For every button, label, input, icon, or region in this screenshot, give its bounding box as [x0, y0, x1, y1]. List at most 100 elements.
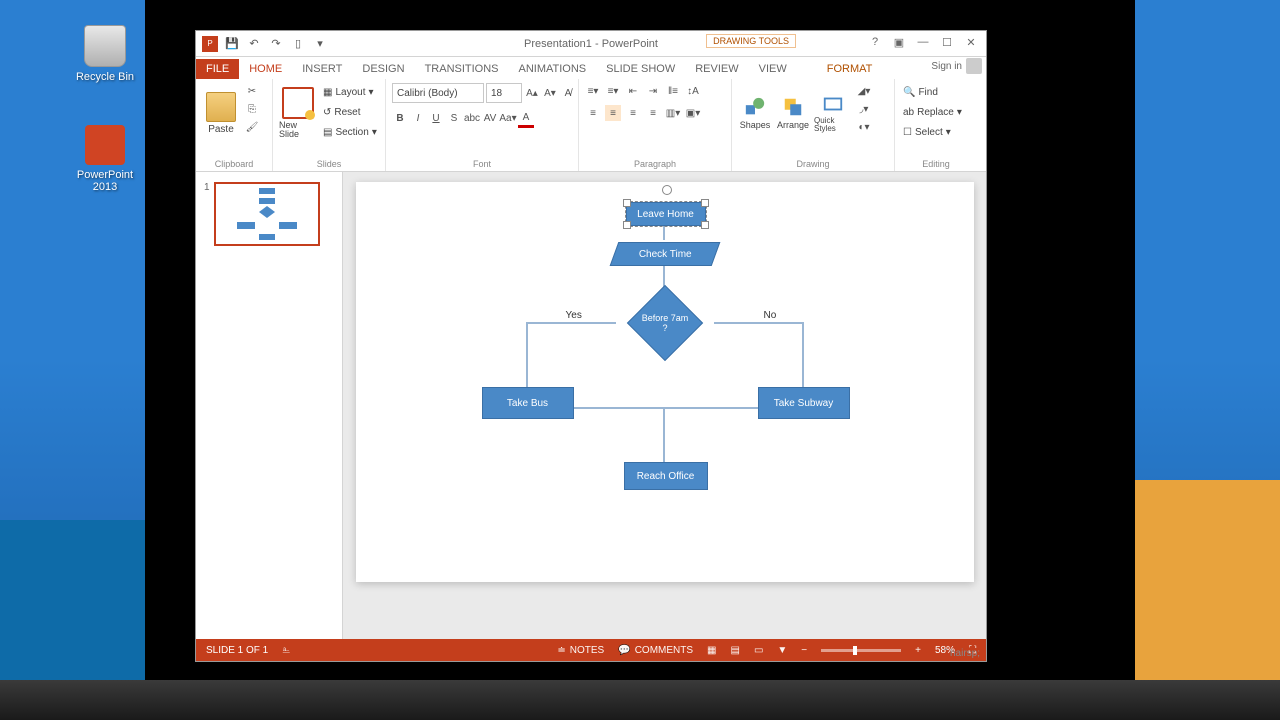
indent-inc-icon[interactable]: ⇥	[645, 83, 661, 99]
strike-icon[interactable]: S	[446, 111, 462, 127]
columns-icon[interactable]: ▥▾	[665, 105, 681, 121]
fit-to-window-icon[interactable]: ⛶	[969, 645, 976, 656]
underline-icon[interactable]: U	[428, 111, 444, 127]
paste-button[interactable]: Paste	[202, 83, 240, 143]
shape-outline-icon[interactable]: ◞▾	[856, 101, 872, 117]
slideshow-view-icon[interactable]: ▼	[777, 645, 787, 656]
layout-button[interactable]: ▦Layout▾	[321, 83, 379, 101]
slide-thumbnail-pane[interactable]: 1	[196, 172, 343, 639]
flowchart-decision[interactable]: Before 7am ?	[626, 285, 702, 361]
zoom-out-icon[interactable]: −	[801, 645, 807, 656]
notes-button[interactable]: ≐NOTES	[557, 645, 604, 656]
cut-icon[interactable]: ✂	[244, 83, 260, 99]
align-left-icon[interactable]: ≡	[585, 105, 601, 121]
connector[interactable]	[571, 407, 759, 409]
find-button[interactable]: 🔍Find	[901, 83, 964, 101]
tab-slideshow[interactable]: SLIDE SHOW	[596, 59, 685, 79]
bold-icon[interactable]: B	[392, 111, 408, 127]
section-button[interactable]: ▤Section▾	[321, 123, 379, 141]
font-color-icon[interactable]: A	[518, 109, 534, 128]
format-painter-icon[interactable]: 🖌	[244, 119, 260, 135]
shape-fill-icon[interactable]: ◢▾	[856, 83, 872, 99]
connector[interactable]	[526, 322, 616, 324]
reset-button[interactable]: ↺Reset	[321, 103, 379, 121]
bullets-icon[interactable]: ≡▾	[585, 83, 601, 99]
shapes-button[interactable]: Shapes	[738, 83, 772, 143]
text-direction-icon[interactable]: ↕A	[685, 83, 701, 99]
tab-format[interactable]: FORMAT	[817, 59, 883, 79]
flowchart-end[interactable]: Reach Office	[624, 462, 708, 490]
spell-check-icon[interactable]: ⎁	[282, 645, 290, 656]
font-name-select[interactable]: Calibri (Body)	[392, 83, 484, 103]
quick-styles-button[interactable]: Quick Styles	[814, 83, 852, 143]
app-icon[interactable]: P	[202, 36, 218, 52]
tab-animations[interactable]: ANIMATIONS	[509, 59, 597, 79]
help-icon[interactable]: ?	[864, 33, 886, 51]
align-right-icon[interactable]: ≡	[625, 105, 641, 121]
flowchart-start[interactable]: Leave Home	[626, 202, 706, 226]
resize-handle[interactable]	[701, 199, 709, 207]
taskbar[interactable]	[0, 680, 1280, 720]
flowchart-process-left[interactable]: Take Bus	[482, 387, 574, 419]
resize-handle[interactable]	[701, 221, 709, 229]
shape-effects-icon[interactable]: ◐▾	[856, 119, 872, 135]
copy-icon[interactable]: ⎘	[244, 101, 260, 117]
undo-icon[interactable]: ↶	[246, 36, 262, 52]
numbering-icon[interactable]: ≡▾	[605, 83, 621, 99]
clear-format-icon[interactable]: A̸	[560, 85, 576, 101]
comments-button[interactable]: 💬COMMENTS	[618, 645, 693, 656]
close-icon[interactable]: ✕	[960, 33, 982, 51]
resize-handle[interactable]	[623, 199, 631, 207]
connector[interactable]	[663, 407, 665, 462]
slide-editor[interactable]: Leave Home Check Time Before 7am ? Yes N…	[343, 172, 986, 639]
spacing-icon[interactable]: AV	[482, 111, 498, 127]
flowchart-process-right[interactable]: Take Subway	[758, 387, 850, 419]
arrange-button[interactable]: Arrange	[776, 83, 810, 143]
resize-handle[interactable]	[623, 221, 631, 229]
tab-insert[interactable]: INSERT	[292, 59, 352, 79]
new-slide-button[interactable]: New Slide	[279, 83, 317, 143]
tab-home[interactable]: HOME	[239, 59, 292, 79]
slide-thumbnail[interactable]	[214, 182, 320, 246]
start-from-beginning-icon[interactable]: ▯	[290, 36, 306, 52]
select-button[interactable]: ☐Select▾	[901, 123, 964, 141]
reading-view-icon[interactable]: ▭	[754, 645, 763, 656]
slide-canvas[interactable]: Leave Home Check Time Before 7am ? Yes N…	[356, 182, 974, 582]
indent-dec-icon[interactable]: ⇤	[625, 83, 641, 99]
connector[interactable]	[526, 322, 528, 392]
sign-in-link[interactable]: Sign in	[931, 58, 982, 74]
align-center-icon[interactable]: ≡	[605, 105, 621, 121]
italic-icon[interactable]: I	[410, 111, 426, 127]
case-icon[interactable]: Aa▾	[500, 111, 516, 127]
rotate-handle-icon[interactable]	[662, 185, 672, 195]
desktop-icon-recycle-bin[interactable]: Recycle Bin	[70, 25, 140, 83]
tab-file[interactable]: FILE	[196, 59, 239, 79]
shrink-font-icon[interactable]: A▾	[542, 85, 558, 101]
maximize-icon[interactable]: ☐	[936, 33, 958, 51]
font-size-select[interactable]: 18	[486, 83, 522, 103]
sorter-view-icon[interactable]: ▤	[730, 645, 739, 656]
zoom-slider[interactable]	[821, 649, 901, 652]
connector[interactable]	[714, 322, 804, 324]
tab-review[interactable]: REVIEW	[685, 59, 748, 79]
save-icon[interactable]: 💾	[224, 36, 240, 52]
tab-view[interactable]: VIEW	[749, 59, 797, 79]
customize-qat-icon[interactable]: ▾	[312, 36, 328, 52]
desktop-icon-powerpoint[interactable]: PowerPoint 2013	[70, 125, 140, 193]
replace-button[interactable]: abReplace▾	[901, 103, 964, 121]
tab-transitions[interactable]: TRANSITIONS	[415, 59, 509, 79]
smartart-icon[interactable]: ▣▾	[685, 105, 701, 121]
normal-view-icon[interactable]: ▦	[707, 645, 716, 656]
powerpoint-window: P 💾 ↶ ↷ ▯ ▾ Presentation1 - PowerPoint D…	[195, 30, 987, 662]
ribbon-display-icon[interactable]: ▣	[888, 33, 910, 51]
line-spacing-icon[interactable]: ‖≡	[665, 83, 681, 99]
grow-font-icon[interactable]: A▴	[524, 85, 540, 101]
shadow-icon[interactable]: abc	[464, 111, 480, 127]
minimize-icon[interactable]: —	[912, 33, 934, 51]
tab-design[interactable]: DESIGN	[352, 59, 414, 79]
flowchart-input[interactable]: Check Time	[609, 242, 720, 266]
justify-icon[interactable]: ≡	[645, 105, 661, 121]
redo-icon[interactable]: ↷	[268, 36, 284, 52]
connector[interactable]	[802, 322, 804, 392]
zoom-in-icon[interactable]: +	[915, 645, 921, 656]
